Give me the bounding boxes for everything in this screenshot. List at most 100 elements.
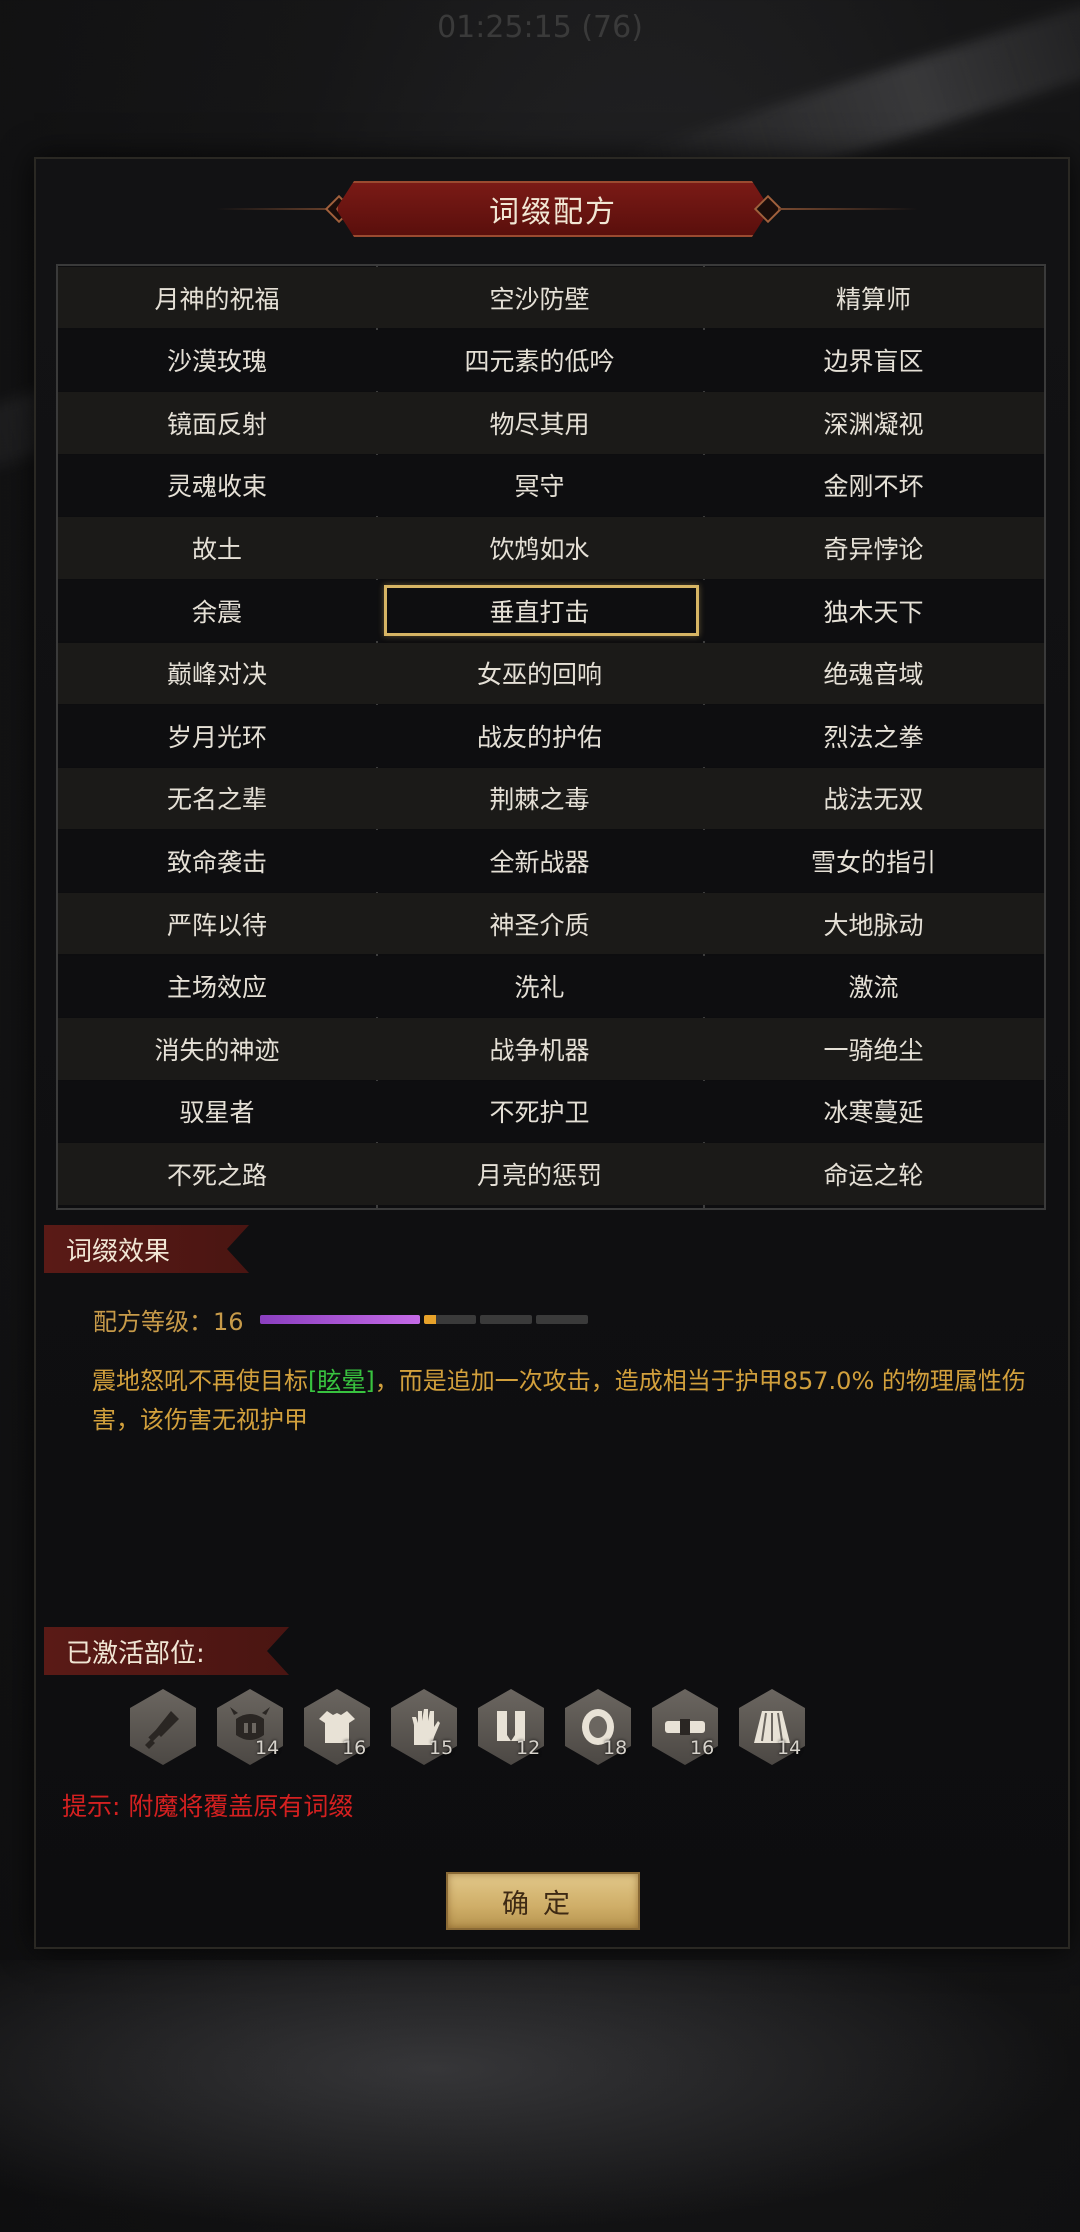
affix-label: 战法无双 [823, 785, 924, 815]
affix-cell[interactable]: 大地脉动 [703, 893, 1044, 954]
affix-cell[interactable]: 洗礼 [376, 956, 703, 1017]
affix-cell[interactable]: 烈法之拳 [703, 705, 1044, 766]
slot-level: 16 [690, 1737, 715, 1759]
affix-cell[interactable]: 灵魂收束 [58, 455, 376, 516]
affix-cell[interactable]: 严阵以待 [58, 893, 376, 954]
affix-row: 严阵以待 神圣介质 大地脉动 [58, 893, 1044, 955]
affix-cell[interactable]: 四元素的低吟 [376, 330, 703, 391]
affix-cell[interactable]: 深渊凝视 [703, 392, 1044, 453]
affix-cell[interactable]: 致命袭击 [58, 830, 376, 891]
affix-label: 一骑绝尘 [823, 1035, 924, 1065]
affix-cell[interactable]: 无名之辈 [58, 768, 376, 829]
affix-cell[interactable]: 垂直打击 [376, 580, 703, 641]
affix-label: 灵魂收束 [166, 472, 267, 502]
affix-cell[interactable]: 金刚不坏 [703, 455, 1044, 516]
affix-cell[interactable]: 命运之轮 [703, 1143, 1044, 1204]
confirm-button[interactable]: 确定 [446, 1872, 640, 1930]
affix-label: 荆棘之毒 [489, 785, 590, 815]
affix-cell[interactable]: 战争机器 [376, 1018, 703, 1079]
affix-cell[interactable]: 月亮的惩罚 [376, 1143, 703, 1204]
affix-label: 大地脉动 [823, 910, 924, 940]
affix-cell[interactable]: 空沙防壁 [376, 267, 703, 328]
affix-cell[interactable]: 边界盲区 [703, 330, 1044, 391]
affix-label: 冥守 [514, 472, 565, 502]
affix-row: 灵魂收束 冥守 金刚不坏 [58, 454, 1044, 517]
affix-label: 战争机器 [489, 1035, 590, 1065]
affix-cell[interactable]: 驭星者 [58, 1081, 376, 1142]
affix-label: 雪女的指引 [810, 848, 936, 878]
affix-label: 消失的神迹 [154, 1035, 280, 1065]
affix-cell[interactable]: 冥守 [376, 455, 703, 516]
affix-cell[interactable]: 战法无双 [703, 768, 1044, 829]
affix-cell[interactable]: 一骑绝尘 [703, 1018, 1044, 1079]
affix-label: 精算师 [835, 284, 911, 314]
affix-label: 巅峰对决 [166, 660, 267, 690]
affix-row: 余震 垂直打击 独木天下 [58, 580, 1044, 642]
affix-row: 月神的祝福 空沙防壁 精算师 [58, 267, 1044, 329]
affix-label: 绝魂音域 [823, 660, 924, 690]
slot-level: 15 [429, 1737, 454, 1759]
affix-cell[interactable]: 雪女的指引 [703, 830, 1044, 891]
affix-label: 故土 [191, 535, 242, 565]
affix-label: 主场效应 [166, 973, 267, 1003]
effect-section-tag: 词缀效果 [44, 1225, 249, 1273]
affix-label: 冰寒蔓延 [823, 1098, 924, 1128]
activated-section-tag: 已激活部位: [44, 1627, 289, 1675]
affix-cell[interactable]: 全新战器 [376, 830, 703, 891]
affix-cell[interactable]: 战友的护佑 [376, 705, 703, 766]
affix-label: 沙漠玫瑰 [166, 347, 267, 377]
affix-cell[interactable]: 饮鸩如水 [376, 517, 703, 578]
affix-cell[interactable]: 神圣介质 [376, 893, 703, 954]
affix-cell[interactable]: 独木天下 [703, 580, 1044, 641]
affix-cell[interactable]: 物尽其用 [376, 392, 703, 453]
affix-label: 空沙防壁 [489, 284, 590, 314]
affix-label: 奇异悖论 [823, 535, 924, 565]
affix-cell[interactable]: 巅峰对决 [58, 643, 376, 704]
affix-label: 金刚不坏 [823, 472, 924, 502]
stun-keyword-link[interactable]: [眩晕] [308, 1367, 375, 1395]
affix-label: 边界盲区 [823, 347, 924, 377]
affix-label: 四元素的低吟 [464, 347, 615, 377]
affix-label: 岁月光环 [166, 722, 267, 752]
affix-cell[interactable]: 奇异悖论 [703, 517, 1044, 578]
affix-cell[interactable]: 冰寒蔓延 [703, 1081, 1044, 1142]
affix-label: 女巫的回响 [476, 660, 602, 690]
affix-cell[interactable]: 激流 [703, 956, 1044, 1017]
affix-cell[interactable]: 不死之路 [58, 1143, 376, 1204]
affix-cell[interactable]: 月神的祝福 [58, 267, 376, 328]
affix-cell[interactable]: 女巫的回响 [376, 643, 703, 704]
affix-cell[interactable]: 镜面反射 [58, 392, 376, 453]
affix-label: 垂直打击 [489, 597, 590, 627]
affix-cell[interactable]: 余震 [58, 580, 376, 641]
affix-recipe-panel: 词缀配方 月神的祝福 空沙防壁 精算师沙漠玫瑰 四元素的低吟 边界盲区镜面反射 物尽其用 深… [34, 157, 1070, 1949]
affix-label: 神圣介质 [489, 910, 590, 940]
affix-label: 命运之轮 [823, 1161, 924, 1191]
affix-cell[interactable]: 荆棘之毒 [376, 768, 703, 829]
panel-title: 词缀配方 [336, 181, 770, 237]
affix-row: 消失的神迹 战争机器 一骑绝尘 [58, 1018, 1044, 1080]
affix-label: 深渊凝视 [823, 409, 924, 439]
slot-level: 16 [342, 1737, 367, 1759]
affix-label: 全新战器 [489, 848, 590, 878]
affix-cell[interactable]: 故土 [58, 517, 376, 578]
affix-cell[interactable]: 不死护卫 [376, 1081, 703, 1142]
desc-text-1: 震地怒吼不再使目标 [92, 1367, 308, 1395]
recipe-level-label: 配方等级：16 [93, 1307, 244, 1336]
affix-cell[interactable]: 主场效应 [58, 956, 376, 1017]
affix-cell[interactable]: 沙漠玫瑰 [58, 330, 376, 391]
affix-label: 洗礼 [514, 973, 565, 1003]
affix-cell[interactable]: 岁月光环 [58, 705, 376, 766]
affix-cell[interactable]: 消失的神迹 [58, 1018, 376, 1079]
affix-cell[interactable]: 精算师 [703, 267, 1044, 328]
affix-label: 镜面反射 [166, 409, 267, 439]
affix-label: 激流 [848, 973, 899, 1003]
affix-label: 独木天下 [823, 597, 924, 627]
affix-row: 镜面反射 物尽其用 深渊凝视 [58, 392, 1044, 454]
affix-row: 驭星者 不死护卫 冰寒蔓延 [58, 1080, 1044, 1143]
affix-label: 不死护卫 [489, 1098, 590, 1128]
slot-level: 18 [603, 1737, 628, 1759]
affix-cell[interactable]: 绝魂音域 [703, 643, 1044, 704]
affix-label: 无名之辈 [166, 785, 267, 815]
status-time: 01:25:15 (76) [437, 10, 643, 45]
affix-row: 不死之路 月亮的惩罚 命运之轮 [58, 1143, 1044, 1205]
